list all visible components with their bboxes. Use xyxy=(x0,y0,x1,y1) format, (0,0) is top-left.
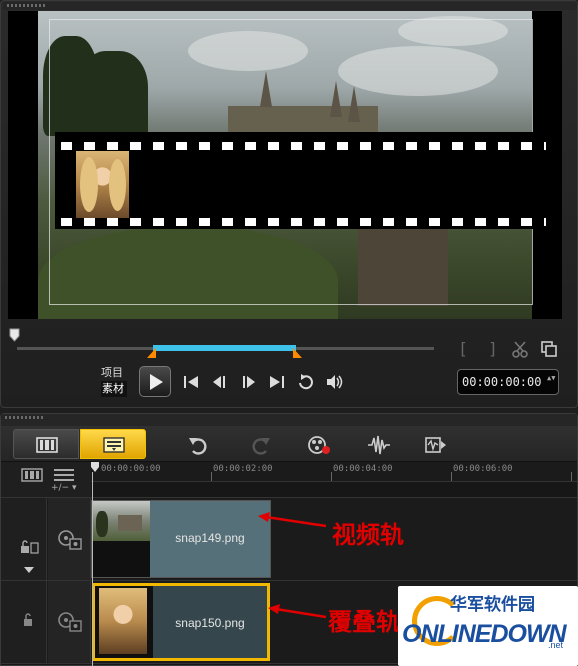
overlay-track-icon-box[interactable] xyxy=(48,581,91,663)
play-mode-selector[interactable]: 项目 素材 xyxy=(101,365,127,397)
ruler-tick xyxy=(331,472,332,481)
film-perforations xyxy=(55,142,546,150)
scrubber-handle[interactable] xyxy=(9,328,20,342)
ruler-tick xyxy=(451,472,452,481)
undo-icon[interactable] xyxy=(187,434,211,456)
preview-screen[interactable] xyxy=(8,11,562,319)
next-frame-icon[interactable] xyxy=(239,373,259,391)
timecode-value: 00:00:00:00 xyxy=(462,375,542,389)
timecode-field[interactable]: 00:00:00:00 ▲▼ xyxy=(457,369,559,395)
play-icon xyxy=(150,374,163,390)
auto-music-icon[interactable] xyxy=(423,434,447,456)
mark-in-button[interactable]: [ xyxy=(453,339,473,359)
mode-clip-option[interactable]: 素材 xyxy=(101,381,127,397)
ruler-label: 00:00:00:00 xyxy=(101,464,161,474)
playhead-line xyxy=(92,472,93,666)
panel-titlebar[interactable] xyxy=(3,2,577,10)
ruler-label: 00:00:04:00 xyxy=(333,464,393,474)
overlay-track-header xyxy=(1,581,47,663)
mark-out-button[interactable]: ] xyxy=(483,339,503,359)
timeline-icon xyxy=(103,437,125,453)
preview-panel: [ ] 项目 素材 00:00:00:00 ▲▼ xyxy=(0,0,578,408)
grip-dots-icon xyxy=(7,4,47,7)
chevron-down-icon[interactable] xyxy=(23,566,35,574)
trim-range[interactable] xyxy=(153,345,296,351)
redo-icon[interactable] xyxy=(248,434,272,456)
thumbnail-tree xyxy=(96,511,108,537)
thumbnail-image xyxy=(99,588,147,654)
video-clip[interactable]: snap149.png xyxy=(91,500,271,578)
filmstrip-icon xyxy=(36,437,58,453)
mark-out-handle[interactable] xyxy=(293,348,302,358)
film-strip-frame xyxy=(55,132,546,229)
record-icon[interactable] xyxy=(307,434,331,456)
storyboard-view-button[interactable] xyxy=(13,429,79,459)
track-header-tools xyxy=(1,462,91,498)
annotation-arrow xyxy=(258,512,327,528)
video-track-annotation: 视频轨 xyxy=(332,520,404,549)
watermark-english-text: ONLINEDOWN xyxy=(402,620,567,648)
overlay-icon xyxy=(58,612,82,632)
audio-mixer-icon[interactable] xyxy=(367,434,391,456)
copy-icon[interactable] xyxy=(539,339,559,359)
clip-label: snap149.png xyxy=(175,531,245,545)
volume-icon[interactable] xyxy=(325,373,345,391)
film-perforations xyxy=(55,218,546,226)
clip-label: snap150.png xyxy=(175,616,245,630)
thumbnail-castle xyxy=(118,515,142,531)
playhead-marker[interactable] xyxy=(91,462,99,472)
overlay-clip[interactable]: snap150.png xyxy=(92,583,270,661)
scissors-icon[interactable] xyxy=(510,339,530,359)
video-icon xyxy=(58,530,82,550)
time-ruler[interactable]: 00:00:00:00 00:00:02:00 00:00:04:00 00:0… xyxy=(91,462,577,482)
timeline-toolbar xyxy=(1,426,577,462)
photo-hair xyxy=(80,157,98,212)
zoom-control[interactable]: +/− ▾ xyxy=(51,483,77,493)
clip-thumbnail xyxy=(95,586,153,658)
start-icon[interactable] xyxy=(181,373,201,391)
timeline-view-button[interactable] xyxy=(80,429,146,459)
annotation-arrow xyxy=(268,604,327,619)
mode-project-option[interactable]: 项目 xyxy=(101,365,127,381)
timecode-spinner[interactable]: ▲▼ xyxy=(547,375,555,389)
panel-titlebar[interactable] xyxy=(1,414,577,426)
grip-dots-icon xyxy=(5,416,45,419)
prev-frame-icon[interactable] xyxy=(209,373,229,391)
ruler-tick xyxy=(211,472,212,481)
ruler-label: 00:00:06:00 xyxy=(453,464,513,474)
ruler-label: 00:00:02:00 xyxy=(213,464,273,474)
end-icon[interactable] xyxy=(267,373,287,391)
clip-thumbnail xyxy=(92,501,150,577)
lock-icon[interactable] xyxy=(21,613,35,627)
video-track: snap149.png xyxy=(1,497,577,581)
play-button[interactable] xyxy=(139,366,171,397)
watermark-tld: .net xyxy=(548,640,564,650)
track-manager-icon[interactable] xyxy=(21,468,43,482)
watermark-chinese-text: 华军软件园 xyxy=(450,595,535,615)
lock-icon[interactable] xyxy=(19,540,39,554)
overlay-photo[interactable] xyxy=(76,151,129,218)
photo-hair xyxy=(109,159,126,211)
video-track-header xyxy=(1,498,47,580)
ruler-tick xyxy=(571,472,572,481)
video-track-icon-box[interactable] xyxy=(48,498,91,580)
list-view-icon[interactable] xyxy=(53,468,75,482)
mark-in-handle[interactable] xyxy=(147,348,156,358)
repeat-icon[interactable] xyxy=(296,373,316,391)
site-watermark-logo: 华军软件园 ONLINEDOWN .net xyxy=(398,586,578,666)
overlay-track-annotation: 覆叠轨 xyxy=(328,607,400,636)
